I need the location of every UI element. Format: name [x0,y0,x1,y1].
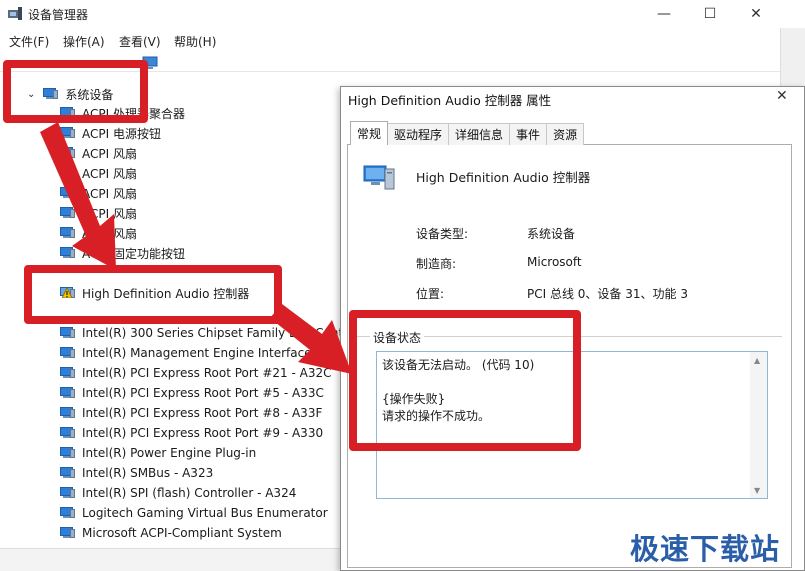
watermark: 极速下载站 [630,532,781,566]
tree-item-label: ACPI 电源按钮 [82,126,161,141]
status-bar [0,548,345,571]
tab-events[interactable]: 事件 [509,123,548,145]
highlight-frame-status [349,310,581,451]
device-icon [60,227,76,239]
tree-item-label: ACPI 风扇 [82,206,137,221]
tree-item-label: Intel(R) SPI (flash) Controller - A324 [82,486,297,500]
device-icon [60,507,76,519]
tab-driver[interactable]: 驱动程序 [387,123,450,145]
device-icon [60,147,76,159]
highlight-frame-category [3,60,148,123]
device-icon [60,447,76,459]
device-manager-icon [8,7,22,20]
menu-help[interactable]: 帮助(H) [174,33,216,50]
device-icon [60,327,76,339]
scroll-up-icon[interactable]: ▲ [754,356,760,365]
tree-item-label: ACPI 风扇 [82,186,137,201]
window-title: 设备管理器 [28,8,89,22]
tree-item[interactable]: Intel(R) PCI Express Root Port #8 - A33F [60,403,322,423]
tree-item[interactable]: Intel(R) SMBus - A323 [60,463,213,483]
tree-item-label: Microsoft ACPI-Compliant System [82,526,282,540]
maximize-button[interactable]: ☐ [687,0,733,28]
scroll-down-icon[interactable]: ▼ [754,486,760,495]
dialog-title: High Definition Audio 控制器 属性 [348,93,552,108]
tab-general[interactable]: 常规 [350,121,389,145]
dialog-close-button[interactable]: ✕ [776,88,788,104]
tree-item[interactable]: Intel(R) SPI (flash) Controller - A324 [60,483,296,503]
tab-resources[interactable]: 资源 [546,123,585,145]
tree-item[interactable]: ACPI 风扇 [60,223,137,243]
tree-item[interactable]: ACPI 固定功能按钮 [60,243,185,263]
tree-item-label: ACPI 风扇 [82,166,137,181]
location-value: PCI 总线 0、设备 31、功能 3 [527,287,688,301]
menu-action[interactable]: 操作(A) [63,33,105,50]
device-icon [60,127,76,139]
device-icon [60,347,76,359]
tree-item-label: Intel(R) Power Engine Plug-in [82,446,257,460]
dialog-tabs: 常规 驱动程序 详细信息 事件 资源 [350,121,585,145]
tree-item-label: Intel(R) 300 Series Chipset Family LPC C… [82,326,375,340]
computer-device-icon [363,165,395,190]
device-type-value: 系统设备 [527,227,576,241]
device-type-label: 设备类型: [416,227,469,241]
device-icon [60,427,76,439]
tree-item[interactable]: Intel(R) 300 Series Chipset Family LPC C… [60,323,374,343]
device-icon [60,187,76,199]
tree-item-label: Logitech Gaming Virtual Bus Enumerator [82,506,328,520]
minimize-button[interactable]: — [641,0,687,28]
tree-item[interactable]: Intel(R) Management Engine Interface [60,343,312,363]
tree-item-label: Intel(R) PCI Express Root Port #21 - A32… [82,366,332,380]
tree-item[interactable]: ACPI 电源按钮 [60,123,161,143]
device-icon [60,467,76,479]
tree-item-label: Intel(R) PCI Express Root Port #9 - A330 [82,426,324,440]
manufacturer-value: Microsoft [527,255,582,269]
tab-details[interactable]: 详细信息 [448,123,511,145]
device-name: High Definition Audio 控制器 [416,170,591,185]
close-button[interactable]: ✕ [733,0,779,28]
tree-item[interactable]: Intel(R) PCI Express Root Port #5 - A33C [60,383,324,403]
tree-item-label: Intel(R) Management Engine Interface [82,346,312,360]
tree-item[interactable]: Logitech Gaming Virtual Bus Enumerator [60,503,328,523]
device-icon [60,487,76,499]
manufacturer-label: 制造商: [416,257,457,271]
tree-item[interactable]: ACPI 风扇 [60,143,137,163]
tree-item-label: ACPI 风扇 [82,146,137,161]
menu-file[interactable]: 文件(F) [9,33,49,50]
tree-item[interactable]: Intel(R) Power Engine Plug-in [60,443,256,463]
device-icon [60,167,76,179]
tree-item-label: Intel(R) PCI Express Root Port #5 - A33C [82,386,324,400]
tree-item-label: ACPI 风扇 [82,226,137,241]
menu-bar [0,30,780,52]
tree-item[interactable]: ACPI 风扇 [60,203,137,223]
tree-item-label: ACPI 固定功能按钮 [82,246,185,261]
tree-item-label: Intel(R) SMBus - A323 [82,466,214,480]
device-icon [60,407,76,419]
device-icon [60,387,76,399]
status-scrollbar[interactable] [750,352,767,498]
highlight-frame-device [24,265,282,324]
device-icon [60,367,76,379]
location-label: 位置: [416,287,445,301]
device-icon [60,527,76,539]
tree-item[interactable]: Microsoft ACPI-Compliant System [60,523,282,543]
tree-item[interactable]: ACPI 风扇 [60,163,137,183]
tree-item-label: Intel(R) PCI Express Root Port #8 - A33F [82,406,323,420]
tree-item[interactable]: Intel(R) PCI Express Root Port #9 - A330 [60,423,323,443]
device-icon [60,207,76,219]
menu-view[interactable]: 查看(V) [119,33,161,50]
tree-item[interactable]: Intel(R) PCI Express Root Port #21 - A32… [60,363,331,383]
tree-item[interactable]: ACPI 风扇 [60,183,137,203]
device-icon [60,247,76,259]
